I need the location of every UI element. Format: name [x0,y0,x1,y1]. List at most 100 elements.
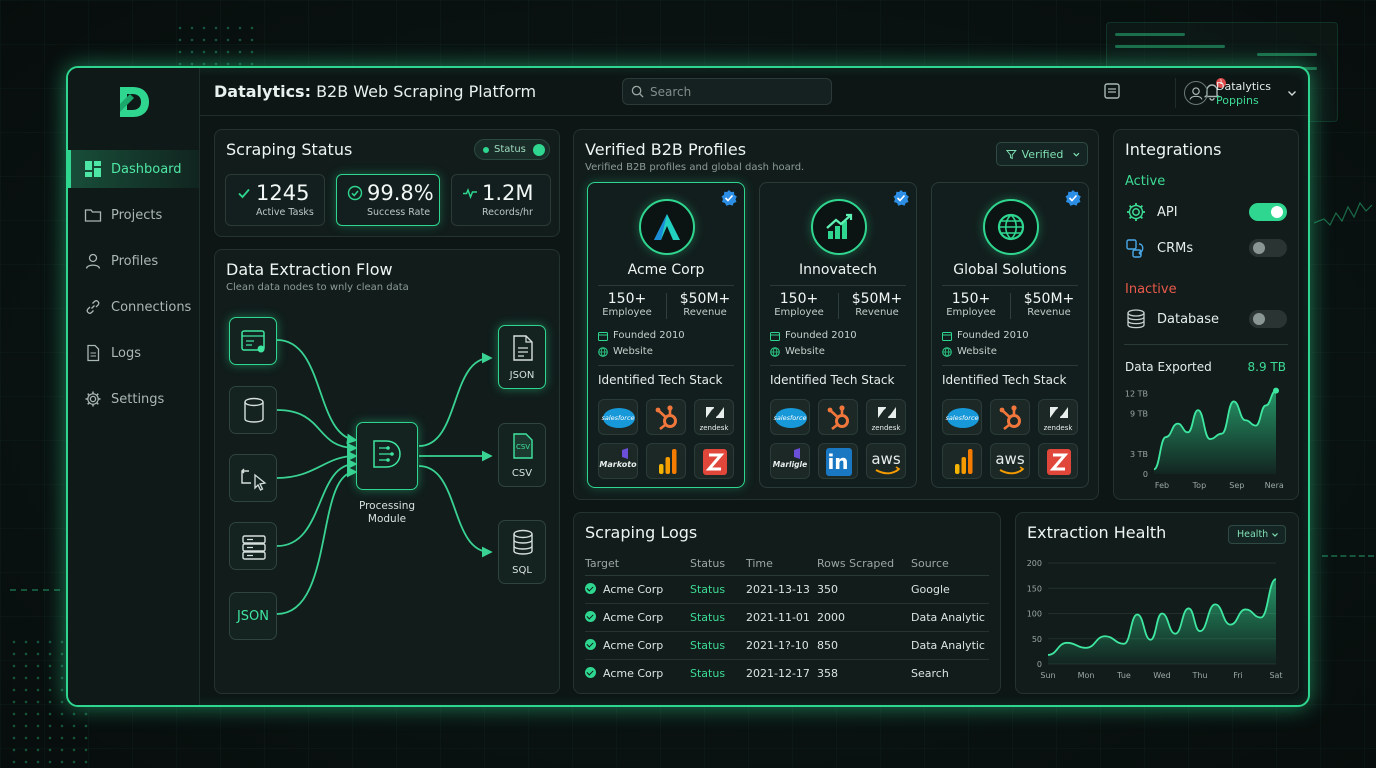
table-row[interactable]: Acme Corp Status 2021-11-01 2000 Data An… [585,603,989,632]
y-tick-label: 12 TB [1125,389,1148,398]
cell-source: Google [911,575,989,604]
card-title: Integrations [1125,140,1222,159]
globe-icon [770,346,780,357]
health-dropdown[interactable]: Health [1228,525,1286,544]
company-name: Acme Corp [627,262,705,278]
stat-value: 1245 [256,181,310,205]
sidebar-item-dashboard[interactable]: Dashboard [68,150,199,188]
profile-card-global-solutions[interactable]: Global Solutions 150+ Employee $50M+ Reven… [931,182,1089,488]
column-header-rows[interactable]: Rows Scraped [817,553,911,576]
tech-text: zendesk [1043,424,1073,432]
globe-icon [997,213,1025,241]
sidebar-item-label: Dashboard [111,161,182,177]
tech-text: Markoto [599,460,637,469]
source-node-json[interactable]: JSON [229,592,277,640]
tech-zapier[interactable] [1038,443,1078,479]
sidebar-item-label: Connections [111,299,192,315]
tech-hubspot[interactable] [990,399,1030,435]
tech-marketo[interactable]: Marligle [770,443,810,479]
output-node-csv[interactable]: CSV CSV [498,423,546,487]
sidebar-item-connections[interactable]: Connections [68,288,199,326]
tech-salesforce[interactable]: salesforce [942,399,982,435]
website-link[interactable]: Website [598,346,653,357]
x-tick-label: Wed [1153,671,1170,680]
inbox-icon[interactable] [1102,81,1122,101]
chevron-down-icon [1272,533,1278,537]
zapier-icon [703,449,727,475]
tech-analytics[interactable] [942,443,982,479]
processing-module-node[interactable] [356,422,418,490]
tech-zendesk[interactable]: zendesk [694,399,734,435]
sidebar-item-label: Projects [111,207,163,223]
user-menu[interactable]: Datalytics Poppins [1175,78,1303,108]
sidebar-item-profiles[interactable]: Profiles [68,242,199,280]
tech-zendesk[interactable]: zendesk [1038,399,1078,435]
datalytics-logo[interactable] [116,84,152,120]
tech-salesforce[interactable]: salesforce [770,399,810,435]
source-node-database[interactable] [229,386,277,434]
api-toggle[interactable] [1249,203,1287,221]
table-row[interactable]: Acme Corp Status 2021-1?-10 850 Data Ana… [585,631,989,660]
cell-source: Data Analytic [911,603,989,632]
scraping-logs-card: Scraping Logs Target Status Time Rows Sc… [573,512,1001,694]
tech-marketo[interactable]: Markoto [598,443,638,479]
employee-count: 150+ Employee [588,291,666,318]
tech-hubspot[interactable] [646,399,686,435]
tech-zendesk[interactable]: zendesk [866,399,906,435]
table-row[interactable]: Acme Corp Status 2021-13-13 350 Google [585,575,989,604]
tech-linkedin[interactable]: in [818,443,858,479]
card-title: Scraping Status [226,140,353,159]
tech-zapier[interactable] [694,443,734,479]
stat-records-per-hour[interactable]: 1.2M Records/hr [451,174,551,226]
stat-success-rate[interactable]: 99.8% Success Rate [336,174,440,226]
search-input[interactable] [650,84,820,99]
column-header-time[interactable]: Time [746,553,817,576]
company-name: Innovatech [799,262,877,278]
company-logo [983,199,1039,255]
profile-card-acme-corp[interactable]: Acme Corp 150+ Employee $50M+ Revenue Foun… [587,182,745,488]
tech-salesforce[interactable]: salesforce [598,399,638,435]
tech-hubspot[interactable] [818,399,858,435]
verified-filter-dropdown[interactable]: Verified [996,142,1088,166]
verified-badge-icon [1065,190,1081,206]
stat-active-tasks[interactable]: 1245 Active Tasks [225,174,325,226]
tech-text: aws [871,450,901,468]
tech-aws[interactable]: aws [990,443,1030,479]
integration-label: API [1157,204,1178,220]
output-node-sql[interactable]: SQL [498,520,546,584]
source-node-server[interactable] [229,522,277,570]
chevron-down-icon[interactable] [1286,87,1298,99]
calendar-icon [770,331,780,341]
metric-label: Revenue [1027,307,1071,318]
crms-toggle[interactable] [1249,239,1287,257]
status-toggle[interactable]: Status [474,139,550,160]
logs-table: Target Status Time Rows Scraped Source A… [585,553,989,687]
database-toggle[interactable] [1249,310,1287,328]
x-tick-label: Mon [1078,671,1095,680]
filter-label: Verified [1021,147,1064,161]
y-tick-label: 100 [1027,610,1042,619]
profile-card-innovatech[interactable]: Innovatech 150+ Employee $50M+ Revenue Fou… [759,182,917,488]
column-header-status[interactable]: Status [690,553,746,576]
source-node-web[interactable] [229,317,277,365]
y-tick-label: 50 [1032,635,1042,644]
source-node-cursor[interactable] [229,454,277,502]
sidebar-item-settings[interactable]: Settings [68,380,199,418]
website-link[interactable]: Website [770,346,825,357]
tech-analytics[interactable] [646,443,686,479]
sidebar-item-logs[interactable]: Logs [68,334,199,372]
x-tick-label: Feb [1155,481,1169,490]
search-box[interactable] [622,78,832,105]
column-header-source[interactable]: Source [911,553,989,576]
sidebar-item-projects[interactable]: Projects [68,196,199,234]
column-header-target[interactable]: Target [585,553,690,576]
table-row[interactable]: Acme Corp Status 2021-12-17 358 Search [585,659,989,687]
y-tick-label: 0 [1143,470,1148,479]
employee-count: 150+ Employee [932,291,1010,318]
dashboard-icon [85,161,101,177]
website-link[interactable]: Website [942,346,997,357]
zapier-icon [1047,449,1071,475]
metric-value: 150+ [951,291,991,307]
tech-aws[interactable]: aws [866,443,906,479]
output-node-json[interactable]: JSON [498,325,546,389]
